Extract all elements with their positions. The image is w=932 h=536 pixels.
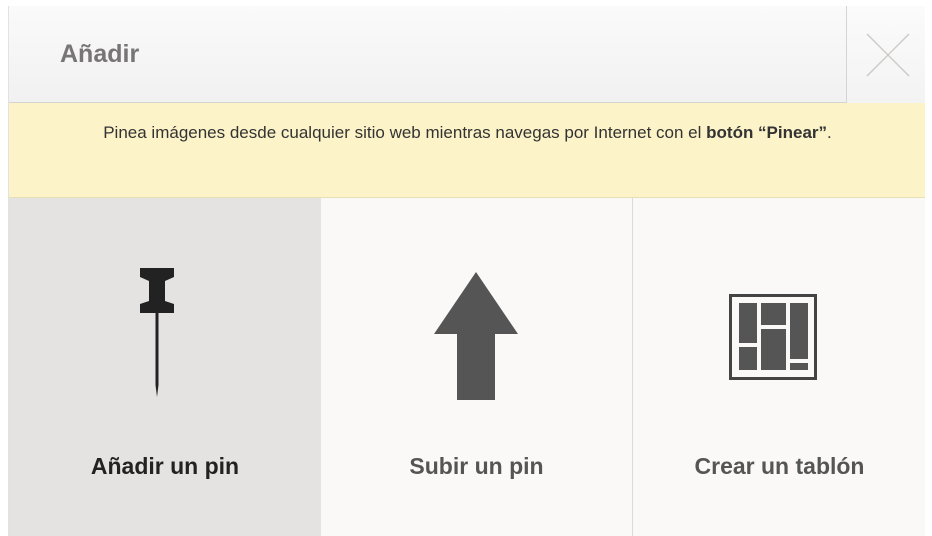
dialog-title: Añadir: [60, 40, 140, 68]
add-dialog: Añadir Pinea imágenes desde cualquier si…: [8, 6, 925, 536]
notice-bold-text: botón “Pinear”: [706, 123, 828, 142]
close-button[interactable]: [846, 6, 925, 103]
option-add-pin[interactable]: Añadir un pin: [9, 198, 321, 536]
pin-it-notice: Pinea imágenes desde cualquier sitio web…: [9, 103, 925, 198]
option-label: Crear un tablón: [694, 453, 865, 479]
notice-text-end: .: [827, 123, 832, 142]
option-label: Añadir un pin: [90, 453, 240, 479]
pushpin-icon: [140, 268, 174, 397]
notice-text: Pinea imágenes desde cualquier sitio web…: [103, 123, 707, 142]
upload-arrow-icon: [434, 272, 518, 400]
board-grid-icon: [729, 294, 817, 380]
close-icon: [866, 33, 910, 77]
option-label: Subir un pin: [409, 453, 544, 479]
option-upload-pin[interactable]: Subir un pin: [321, 198, 633, 536]
option-create-board[interactable]: Crear un tablón: [633, 198, 925, 536]
add-options: Añadir un pin Subir un pin Crear un tabl…: [9, 198, 925, 536]
dialog-header: Añadir: [9, 6, 925, 103]
